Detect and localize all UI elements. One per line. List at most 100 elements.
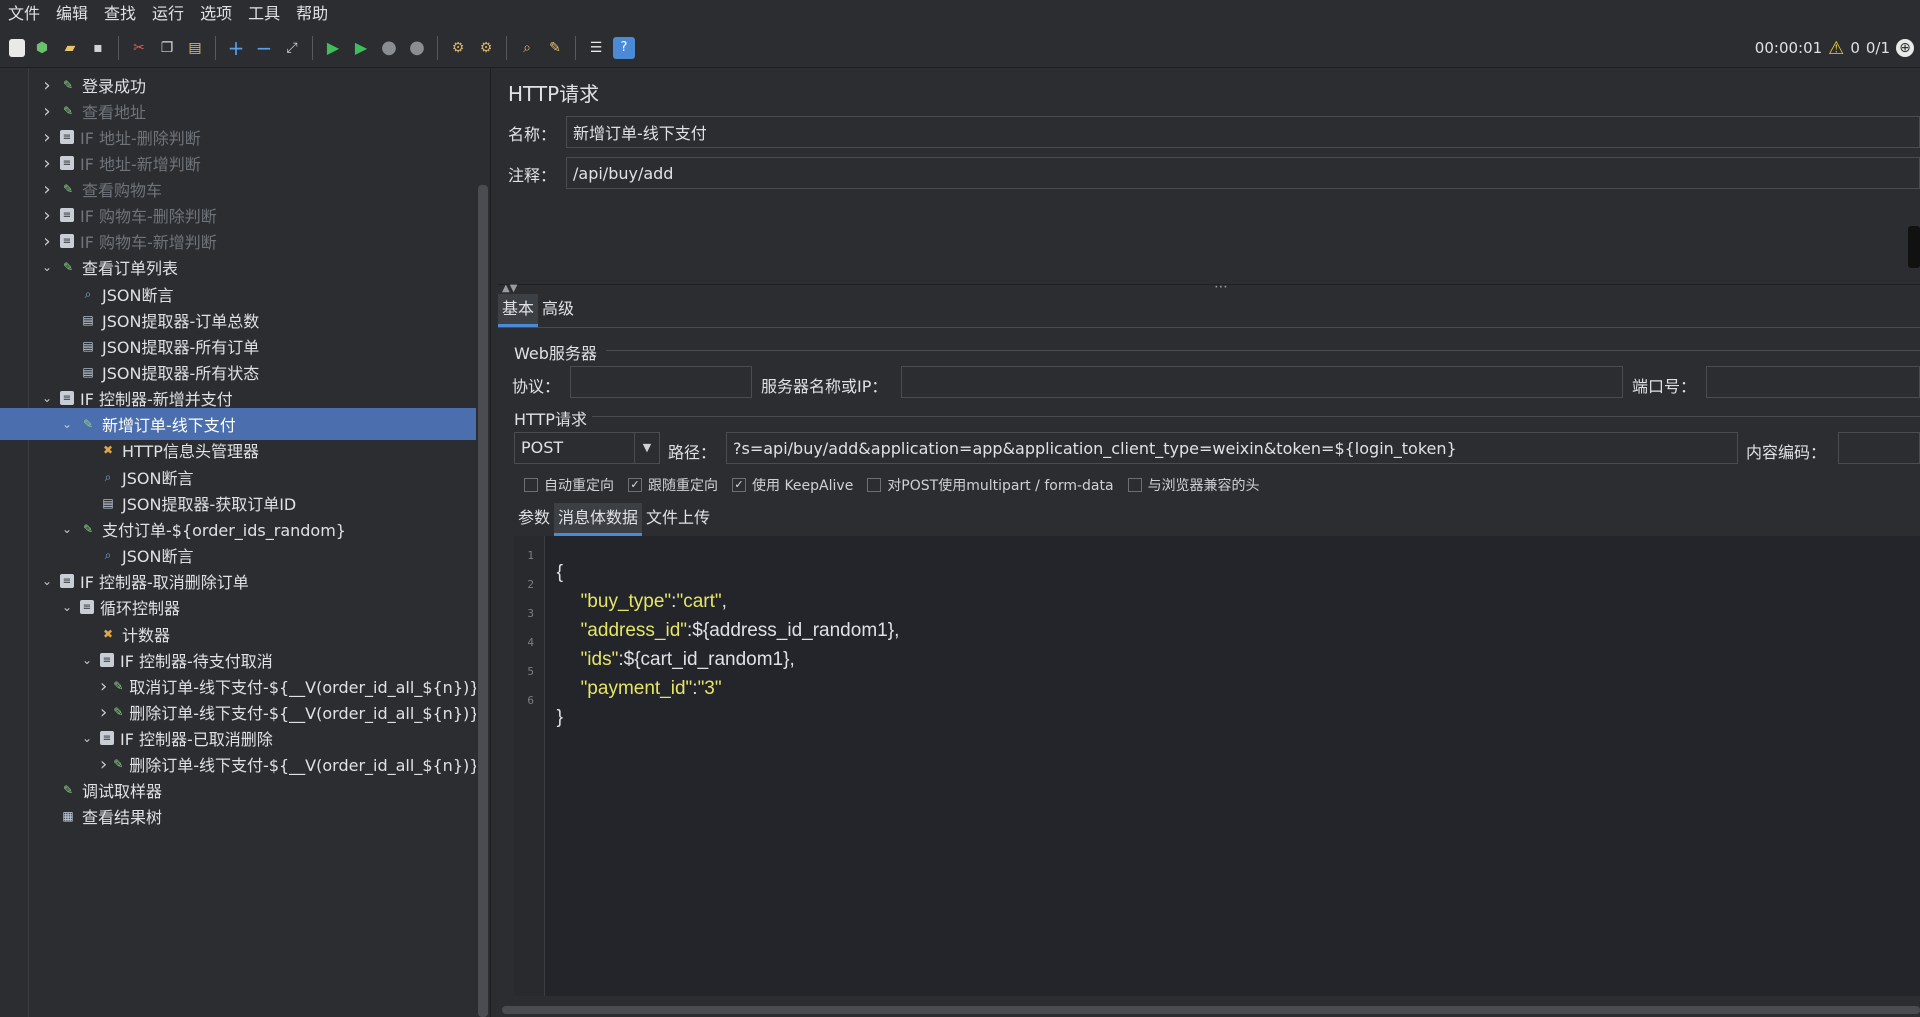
chevron-right-icon[interactable]: › — [100, 754, 107, 775]
chevron-down-icon[interactable]: ⌄ — [40, 574, 54, 588]
tree-node-label: 取消订单-线下支付-${__V(order_id_all_${n})} — [129, 678, 476, 697]
tree-node-label: 计数器 — [122, 626, 171, 645]
chevron-right-icon[interactable]: › — [40, 127, 54, 148]
chevron-right-icon[interactable]: › — [40, 231, 54, 252]
chevron-down-icon[interactable]: ⌄ — [40, 260, 54, 274]
config-tool-icon: ✖ — [102, 627, 114, 641]
tree-node-label: 新增订单-线下支付 — [102, 416, 236, 435]
tree-node-label: 调试取样器 — [82, 782, 163, 801]
sampler-icon: ✎ — [62, 104, 74, 118]
chevron-right-icon[interactable]: › — [100, 676, 107, 697]
chevron-right-icon[interactable]: › — [40, 205, 54, 226]
tab-parameters[interactable]: 参数 — [514, 503, 554, 536]
templates-icon[interactable]: ⬢ — [31, 37, 53, 59]
port-input[interactable] — [1706, 366, 1920, 398]
section-divider[interactable]: ▲▼ ⋯ — [498, 279, 1920, 295]
tree-scrollbar-thumb[interactable] — [478, 185, 488, 1017]
method-select[interactable]: POST ▼ — [514, 432, 660, 464]
menu-item-0[interactable]: 文件 — [0, 0, 48, 28]
menu-item-3[interactable]: 运行 — [144, 0, 192, 28]
tab-file-upload[interactable]: 文件上传 — [642, 503, 714, 536]
start-no-pause-icon[interactable]: ▶ — [350, 37, 372, 59]
save-icon[interactable]: ▪ — [87, 37, 109, 59]
search-icon[interactable]: ⌕ — [516, 37, 538, 59]
chevron-down-icon[interactable]: ⌄ — [80, 731, 94, 745]
chevron-down-icon[interactable]: ▼ — [634, 433, 659, 463]
checkbox-box[interactable] — [1127, 478, 1142, 492]
menu-item-4[interactable]: 选项 — [192, 0, 240, 28]
tree-node-label: IF 购物车-新增判断 — [80, 233, 217, 252]
open-icon[interactable]: ▰ — [59, 37, 81, 59]
tab-advanced[interactable]: 高级 — [538, 294, 578, 327]
tree-node-label: 登录成功 — [82, 77, 147, 96]
toolbar-separator — [437, 35, 438, 60]
browser-headers-checkbox[interactable]: 与浏览器兼容的头 — [1127, 475, 1260, 495]
chevron-down-icon[interactable]: ⌄ — [80, 653, 94, 667]
chevron-down-icon[interactable]: ⌄ — [40, 391, 54, 405]
menu-item-1[interactable]: 编辑 — [48, 0, 96, 28]
menu-item-5[interactable]: 工具 — [240, 0, 288, 28]
checkbox-box[interactable] — [867, 478, 882, 492]
shutdown-icon[interactable]: ● — [406, 37, 428, 59]
collapse-icon[interactable]: − — [253, 37, 275, 59]
function-helper-icon[interactable]: ☰ — [585, 37, 607, 59]
toolbar-separator — [312, 35, 313, 60]
run-status: 00:00:01 ⚠ 0 0/1 ⊕ — [1755, 28, 1920, 68]
follow-redirect-checkbox[interactable]: ✓ 跟随重定向 — [628, 475, 718, 495]
tree-node-label: IF 购物车-删除判断 — [80, 207, 217, 226]
tab-body-data[interactable]: 消息体数据 — [554, 503, 643, 536]
tab-basic[interactable]: 基本 — [498, 294, 539, 327]
chevron-right-icon[interactable]: › — [40, 153, 54, 174]
menu-item-2[interactable]: 查找 — [96, 0, 144, 28]
right-edge-handle[interactable] — [1908, 226, 1920, 268]
chevron-down-icon[interactable]: ⌄ — [60, 600, 74, 614]
comment-input[interactable] — [566, 157, 1920, 189]
checkbox-box[interactable]: ✓ — [628, 478, 642, 492]
chevron-down-icon[interactable]: ⌄ — [60, 522, 74, 536]
clear-all-icon[interactable]: ⚙ — [475, 37, 497, 59]
warning-icon[interactable]: ⚠ — [1828, 38, 1844, 59]
editor-scrollbar-thumb[interactable] — [502, 1006, 1920, 1014]
chevron-right-icon[interactable]: › — [40, 75, 54, 96]
path-input[interactable] — [726, 432, 1738, 464]
tree-node-label: 查看结果树 — [82, 808, 163, 827]
assertion-icon: ⌕ — [104, 547, 112, 562]
clear-icon[interactable]: ⚙ — [447, 37, 469, 59]
chevron-right-icon[interactable]: › — [40, 101, 54, 122]
name-input[interactable] — [566, 116, 1920, 148]
toggle-icon[interactable]: ⤢ — [281, 37, 303, 59]
body-tabs: 参数 消息体数据 文件上传 — [514, 503, 714, 536]
extractor-icon: ▤ — [102, 496, 114, 510]
chevron-right-icon[interactable]: › — [40, 179, 54, 200]
chevron-right-icon[interactable]: › — [100, 702, 107, 723]
code-line-5: "payment_id":"3" — [580, 678, 722, 699]
protocol-input[interactable] — [570, 366, 752, 398]
help-icon[interactable]: ? — [613, 36, 635, 59]
start-icon[interactable]: ▶ — [322, 37, 344, 59]
tree-node-label: 查看订单列表 — [82, 259, 179, 278]
paste-icon[interactable]: ▤ — [184, 37, 206, 59]
checkbox-box[interactable]: ✓ — [732, 478, 746, 492]
new-icon[interactable] — [9, 38, 25, 57]
cut-icon[interactable]: ✂ — [128, 37, 150, 59]
copy-icon[interactable]: ❐ — [156, 37, 178, 59]
menu-item-6[interactable]: 帮助 — [288, 0, 336, 28]
multipart-checkbox[interactable]: 对POST使用multipart / form-data — [867, 475, 1114, 495]
checkbox-box[interactable] — [524, 478, 538, 492]
line-number: 2 — [527, 578, 534, 591]
expand-icon[interactable]: + — [225, 37, 247, 59]
chevron-down-icon[interactable]: ⌄ — [60, 417, 74, 431]
encoding-input[interactable] — [1838, 432, 1920, 464]
tree-node[interactable]: ▦ 查看结果树 — [0, 800, 476, 832]
reset-search-icon[interactable]: ✎ — [544, 37, 566, 59]
tree-node-label: IF 控制器-已取消删除 — [120, 730, 273, 749]
auto-redirect-checkbox[interactable]: 自动重定向 — [524, 475, 614, 495]
stop-icon[interactable]: ● — [378, 37, 400, 59]
server-input[interactable] — [901, 366, 1623, 398]
tree-node-label: JSON提取器-获取订单ID — [122, 495, 297, 514]
extractor-icon: ▤ — [82, 313, 94, 327]
line-number: 4 — [527, 636, 534, 649]
test-plan-tree: ›✎注册成功›✎登录成功›✎查看地址›≡IF 地址-删除判断›≡IF 地址-新增… — [0, 68, 476, 1017]
keepalive-checkbox[interactable]: ✓ 使用 KeepAlive — [732, 475, 853, 495]
thread-count: 0/1 — [1865, 39, 1890, 57]
